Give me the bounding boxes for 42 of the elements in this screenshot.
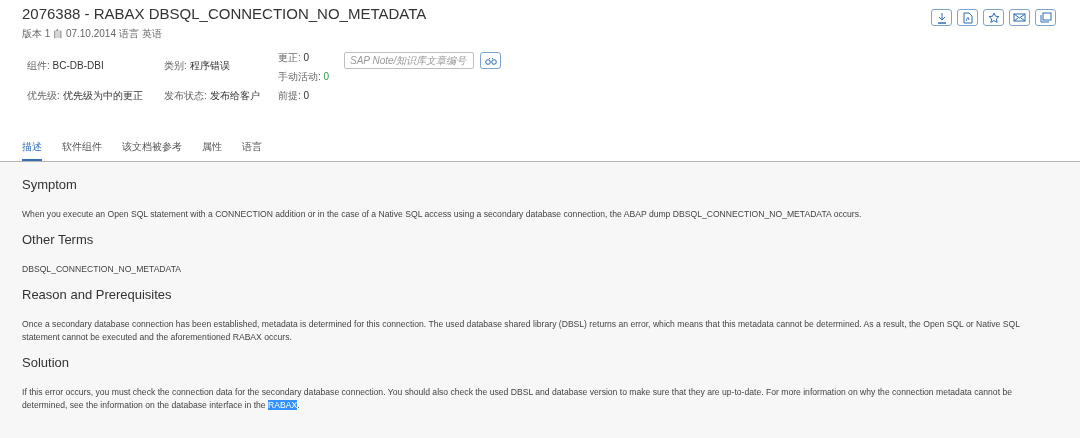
section-heading: Other Terms bbox=[22, 231, 95, 248]
section-paragraph: DBSQL_CONNECTION_NO_METADATA bbox=[22, 263, 182, 276]
attribute-label: 发布状态: bbox=[164, 90, 207, 101]
attribute-value: 发布给客户 bbox=[209, 90, 260, 101]
tab[interactable]: 该文档被参考 bbox=[122, 139, 182, 161]
download-icon bbox=[935, 11, 948, 24]
favorite-button[interactable] bbox=[983, 9, 1004, 26]
tab[interactable]: 语言 bbox=[242, 139, 262, 161]
attribute-label: 手动活动: bbox=[278, 71, 321, 82]
attribute-value: 程序错误 bbox=[189, 60, 230, 71]
attribute-label: 组件: bbox=[27, 60, 50, 71]
tab[interactable]: 软件组件 bbox=[62, 139, 102, 161]
copy-button[interactable] bbox=[1035, 9, 1056, 26]
note-title: 2076388 - RABAX DBSQL_CONNECTION_NO_METADATA bbox=[22, 4, 427, 24]
search-button[interactable] bbox=[480, 52, 501, 69]
copy-icon bbox=[1039, 11, 1052, 24]
attribute-value: 0 bbox=[303, 90, 310, 101]
section-heading: Symptom bbox=[22, 176, 78, 193]
attribute-label: 前提: bbox=[278, 90, 301, 101]
attribute-label: 更正: bbox=[278, 52, 301, 63]
search-field[interactable]: SAP Note/知识库文章编号 bbox=[344, 52, 474, 69]
star-icon bbox=[987, 11, 1000, 24]
section-paragraph: Once a secondary database connection has been established, metadata is determined for this connection. The used database shared library (DBSL) returns an error, which means that this metadata cannot be determined. As a result, the Open SQL or Native SQL statement cannot be executed and the aforementioned RABAX occurs. bbox=[22, 318, 1021, 344]
binoculars-icon bbox=[484, 56, 497, 65]
email-button[interactable] bbox=[1009, 9, 1030, 26]
note-subtitle: 版本 1 自 07.10.2014 语言 英语 bbox=[22, 27, 163, 41]
attribute-value: BC-DB-DBI bbox=[52, 60, 104, 71]
section-heading: Solution bbox=[22, 354, 70, 371]
attribute-value: 0 bbox=[303, 52, 310, 63]
attribute-value: 0 bbox=[323, 71, 330, 82]
attribute-label: 优先级: bbox=[27, 90, 60, 101]
attribute-value: 优先级为中的更正 bbox=[62, 90, 143, 101]
pdf-document-icon bbox=[961, 11, 974, 24]
section-paragraph: If this error occurs, you must check the connection data for the secondary database connection. You should also check the used DBSL and database version to make sure that they are up-to-date. For more information on why the connection metadata cannot be determined, see the information on the database interface in the RABAX. bbox=[22, 386, 1013, 412]
section-paragraph: When you execute an Open SQL statement with a CONNECTION addition or in the case of a Native SQL access using a secondary database connection, the ABAP dump DBSQL_CONNECTION_NO_METADATA occurs. bbox=[22, 208, 863, 221]
download-button[interactable] bbox=[931, 9, 952, 26]
tab[interactable]: 描述 bbox=[22, 139, 42, 161]
attribute-label: 类别: bbox=[164, 60, 187, 71]
envelope-icon bbox=[1013, 12, 1026, 23]
section-heading: Reason and Prerequisites bbox=[22, 286, 173, 303]
pdf-button[interactable] bbox=[957, 9, 978, 26]
tab[interactable]: 属性 bbox=[202, 139, 222, 161]
